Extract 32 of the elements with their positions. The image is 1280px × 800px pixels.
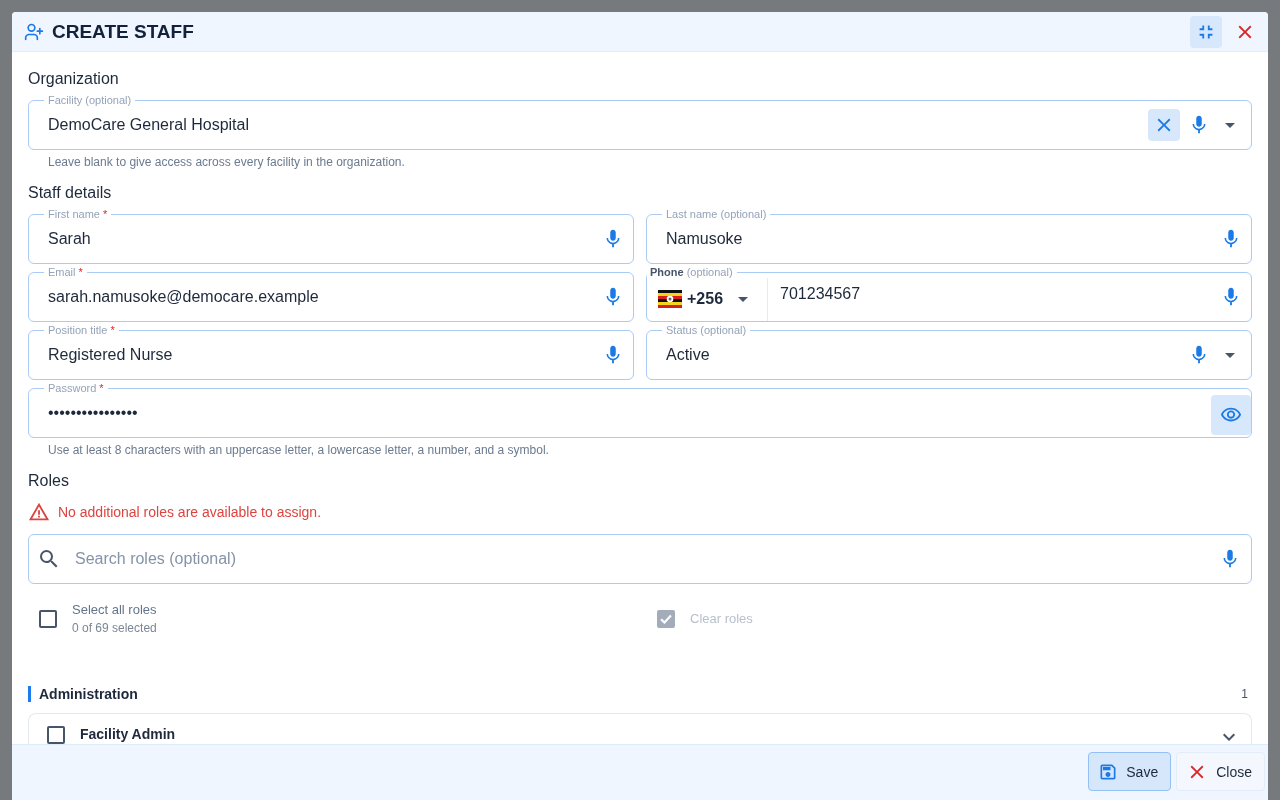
select-field[interactable]: Facility (optional) DemoCare General Hospital — [28, 94, 1252, 150]
dialog-title: CREATE STAFF — [52, 20, 194, 43]
collapse-button[interactable] — [1190, 15, 1222, 48]
section-heading: Staff details — [28, 183, 113, 203]
checkbox[interactable] — [39, 610, 57, 628]
select-all-label: Select all roles — [72, 601, 157, 619]
warning-message: No additional roles are available to assign. — [58, 504, 322, 520]
section-heading: Organization — [28, 69, 120, 89]
text-field[interactable]: Email * sarah.namusoke@democare.example — [28, 266, 634, 322]
user-plus-icon — [24, 21, 44, 42]
text-field[interactable]: Position title * Registered Nurse — [28, 324, 634, 380]
group-count: 1 — [1241, 687, 1248, 701]
role-name: Facility Admin — [80, 726, 177, 742]
clear-roles-label: Clear roles — [690, 610, 753, 628]
helper-text: Use at least 8 characters with an uppercase letter, a lowercase letter, a number, and a symbol. — [48, 442, 550, 458]
helper-text: Leave blank to give access across every facility in the organization. — [48, 154, 406, 170]
warning-icon — [28, 501, 50, 523]
text-field[interactable]: Last name (optional) Namusoke — [646, 208, 1252, 264]
password-field[interactable]: Password * •••••••••••••••• — [28, 382, 1252, 438]
section-heading: Roles — [28, 471, 70, 491]
select-field[interactable]: Status (optional) Active — [646, 324, 1252, 380]
checkmark-icon — [660, 614, 672, 624]
country-code-select[interactable]: +256 — [647, 278, 769, 321]
flag-icon — [658, 289, 682, 308]
save-button[interactable]: Save — [1088, 752, 1172, 791]
clear-button[interactable] — [1148, 109, 1180, 141]
close-button[interactable]: Close — [1176, 752, 1265, 791]
text-field[interactable]: First name * Sarah — [28, 208, 634, 264]
show-password-button[interactable] — [1211, 395, 1251, 435]
selection-count: 0 of 69 selected — [72, 620, 157, 637]
phone-field[interactable]: Phone (optional) +256 701234567 — [646, 266, 1252, 322]
group-title: Administration — [28, 686, 138, 702]
